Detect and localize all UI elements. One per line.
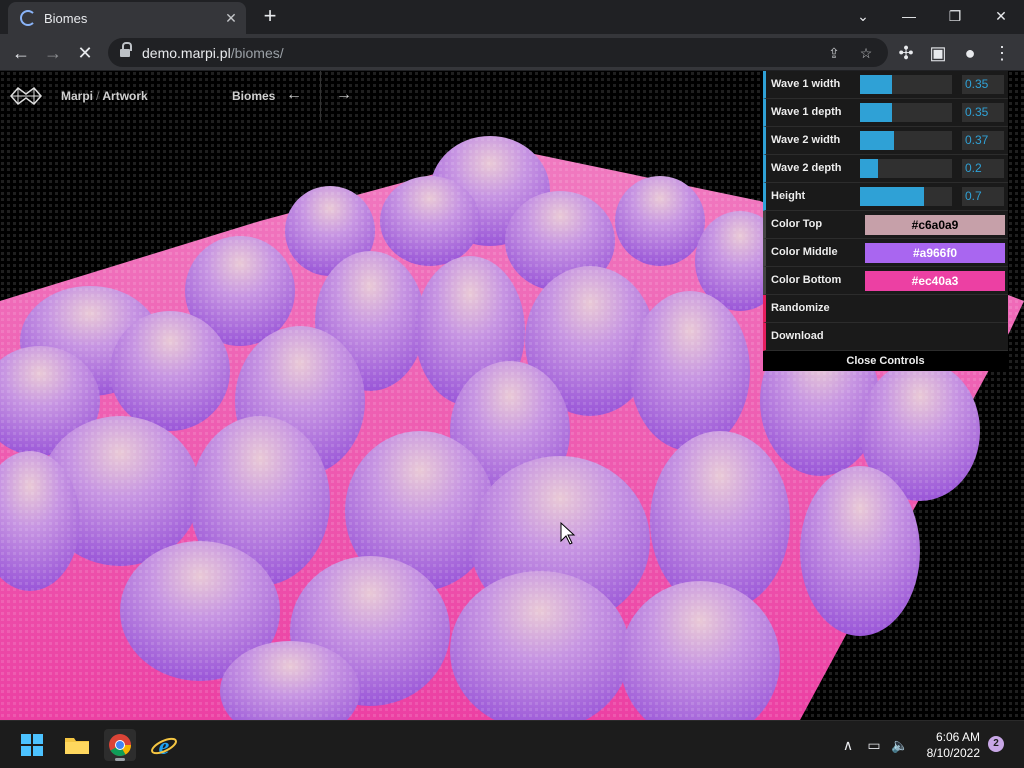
breadcrumb-separator: / xyxy=(96,89,100,103)
tab-search-icon[interactable]: ⌄ xyxy=(848,4,878,28)
new-tab-button[interactable]: + xyxy=(258,4,282,28)
stop-loading-button[interactable]: ✕ xyxy=(72,40,98,66)
slider-fill xyxy=(860,131,895,150)
control-label: Wave 2 depth xyxy=(771,162,842,174)
svg-text:e: e xyxy=(159,734,170,760)
share-icon[interactable]: ⇪ xyxy=(824,43,844,63)
url-text[interactable]: demo.marpi.pl/biomes/ xyxy=(142,45,284,61)
lock-icon[interactable] xyxy=(120,42,132,58)
control-label: Height xyxy=(771,190,806,202)
wave1-depth-input[interactable]: 0.35 xyxy=(962,103,1004,122)
close-tab-icon[interactable]: ✕ xyxy=(222,9,240,27)
chrome-icon[interactable] xyxy=(104,729,136,761)
windows-start-icon[interactable] xyxy=(16,729,48,761)
side-panel-icon[interactable]: ▣ xyxy=(925,40,951,66)
show-hidden-icons-icon[interactable]: ∧ xyxy=(838,735,858,755)
loading-spinner-icon xyxy=(20,10,36,26)
arrow-left-icon[interactable]: ← xyxy=(284,85,304,105)
slider-fill xyxy=(860,103,893,122)
file-explorer-icon[interactable] xyxy=(61,729,93,761)
control-color-middle: Color Middle #a966f0 xyxy=(763,239,1008,267)
arrow-right-icon[interactable]: → xyxy=(334,85,354,105)
control-label: Color Top xyxy=(771,218,823,230)
forward-button[interactable]: → xyxy=(40,40,66,66)
wave1-depth-slider[interactable] xyxy=(860,103,952,122)
system-clock[interactable]: 6:06 AM 8/10/2022 xyxy=(910,729,980,761)
control-wave2-width: Wave 2 width 0.37 xyxy=(763,127,1008,155)
internet-explorer-icon[interactable]: e xyxy=(148,729,180,761)
browser-tab[interactable]: Biomes ✕ xyxy=(8,2,246,34)
wave2-width-slider[interactable] xyxy=(860,131,952,150)
height-input[interactable]: 0.7 xyxy=(962,187,1004,206)
marpi-logo-icon[interactable] xyxy=(10,85,42,107)
menu-kebab-icon[interactable]: ⋮ xyxy=(989,40,1015,66)
color-top-picker[interactable]: #c6a0a9 xyxy=(865,215,1005,235)
control-label: Color Middle xyxy=(771,246,838,258)
breadcrumb-marpi-link[interactable]: Marpi xyxy=(61,89,93,103)
download-button[interactable]: Download xyxy=(763,323,1008,351)
taskbar: e ∧ ▭ 🔈 6:06 AM 8/10/2022 2 xyxy=(0,720,1024,768)
network-icon[interactable]: ▭ xyxy=(864,735,884,755)
address-bar[interactable]: demo.marpi.pl/biomes/ ⇪ ☆ xyxy=(108,38,888,67)
wave2-width-input[interactable]: 0.37 xyxy=(962,131,1004,150)
controls-panel: Wave 1 width 0.35 Wave 1 depth 0.35 Wave… xyxy=(763,71,1008,371)
height-slider[interactable] xyxy=(860,187,952,206)
tab-title: Biomes xyxy=(44,11,88,26)
clock-date: 8/10/2022 xyxy=(926,746,980,760)
bookmark-star-icon[interactable]: ☆ xyxy=(856,43,876,63)
color-bottom-picker[interactable]: #ec40a3 xyxy=(865,271,1005,291)
control-height: Height 0.7 xyxy=(763,183,1008,211)
wave1-width-input[interactable]: 0.35 xyxy=(962,75,1004,94)
active-app-indicator xyxy=(115,758,125,761)
slider-fill xyxy=(860,159,879,178)
close-controls-button[interactable]: Close Controls xyxy=(763,351,1008,371)
control-label: Wave 1 depth xyxy=(771,106,842,118)
control-wave1-width: Wave 1 width 0.35 xyxy=(763,71,1008,99)
download-label: Download xyxy=(771,330,824,342)
site-header: Marpi / Artwork Biomes ← → xyxy=(0,71,360,121)
breadcrumb-artwork-link[interactable]: Artwork xyxy=(102,89,147,103)
back-button[interactable]: ← xyxy=(8,40,34,66)
browser-tab-strip: Biomes ✕ + ⌄ — ❐ ✕ xyxy=(0,0,1024,34)
color-middle-picker[interactable]: #a966f0 xyxy=(865,243,1005,263)
wave2-depth-slider[interactable] xyxy=(860,159,952,178)
control-wave2-depth: Wave 2 depth 0.2 xyxy=(763,155,1008,183)
wave2-depth-input[interactable]: 0.2 xyxy=(962,159,1004,178)
control-label: Wave 1 width xyxy=(771,78,841,90)
breadcrumb: Marpi / Artwork xyxy=(61,89,148,103)
page-title: Biomes xyxy=(232,89,276,103)
nav-divider xyxy=(320,71,321,121)
slider-fill xyxy=(860,75,893,94)
extensions-icon[interactable]: ✣ xyxy=(893,40,919,66)
volume-icon[interactable]: 🔈 xyxy=(890,735,910,755)
browser-toolbar: ← → ✕ demo.marpi.pl/biomes/ ⇪ ☆ ✣ ▣ ● ⋮ xyxy=(0,34,1024,71)
wave1-width-slider[interactable] xyxy=(860,75,952,94)
slider-fill xyxy=(860,187,925,206)
clock-time: 6:06 AM xyxy=(935,730,980,744)
control-label: Wave 2 width xyxy=(771,134,841,146)
minimize-button[interactable]: — xyxy=(894,4,924,28)
close-window-button[interactable]: ✕ xyxy=(986,4,1016,28)
randomize-button[interactable]: Randomize xyxy=(763,295,1008,323)
control-color-top: Color Top #c6a0a9 xyxy=(763,211,1008,239)
profile-icon[interactable]: ● xyxy=(957,40,983,66)
restore-button[interactable]: ❐ xyxy=(940,4,970,28)
control-color-bottom: Color Bottom #ec40a3 xyxy=(763,267,1008,295)
notification-badge[interactable]: 2 xyxy=(988,736,1004,752)
control-wave1-depth: Wave 1 depth 0.35 xyxy=(763,99,1008,127)
control-label: Color Bottom xyxy=(771,274,842,286)
page-viewport: Marpi / Artwork Biomes ← → Wave 1 width 0.… xyxy=(0,71,1024,720)
randomize-label: Randomize xyxy=(771,302,830,314)
